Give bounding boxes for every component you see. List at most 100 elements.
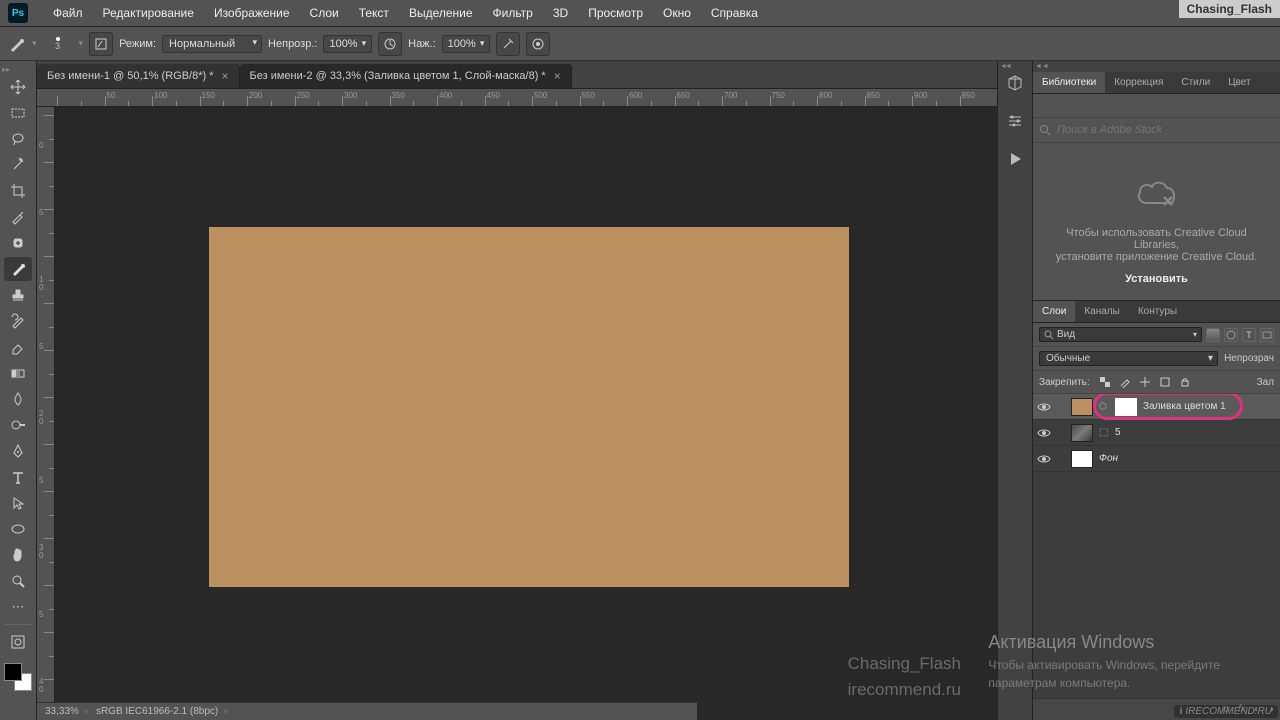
- wand-tool-icon[interactable]: [4, 153, 32, 177]
- zoom-tool-icon[interactable]: [4, 569, 32, 593]
- lock-all-icon[interactable]: [1178, 375, 1192, 389]
- layer-thumbnail[interactable]: [1071, 424, 1093, 442]
- activation-line1: Чтобы активировать Windows, перейдите: [988, 656, 1220, 674]
- flow-input[interactable]: 100%: [442, 35, 491, 53]
- mask-thumbnail[interactable]: [1115, 398, 1137, 416]
- install-link[interactable]: Установить: [1125, 273, 1188, 285]
- menu-image[interactable]: Изображение: [204, 2, 300, 24]
- menu-select[interactable]: Выделение: [399, 2, 483, 24]
- options-bar: ▾ 3 ▾ Режим: Нормальный Непрозр.: 100% Н…: [0, 27, 1280, 61]
- tab-styles[interactable]: Стили: [1172, 72, 1219, 93]
- fg-color-swatch[interactable]: [4, 663, 22, 681]
- filter-type-icon[interactable]: T: [1242, 328, 1256, 342]
- tab-libraries[interactable]: Библиотеки: [1033, 72, 1105, 93]
- path-select-tool-icon[interactable]: [4, 491, 32, 515]
- brush-tool-icon[interactable]: [8, 35, 26, 53]
- pressure-opacity-icon[interactable]: [378, 32, 402, 56]
- irecommend-watermark: i IRECOMMEND.RU: [1174, 705, 1278, 718]
- menu-text[interactable]: Текст: [349, 2, 399, 24]
- lock-label: Закрепить:: [1039, 377, 1090, 388]
- filter-shape-icon[interactable]: [1260, 328, 1274, 342]
- visibility-icon[interactable]: [1037, 426, 1051, 440]
- lock-pixels-icon[interactable]: [1118, 375, 1132, 389]
- move-tool-icon[interactable]: [4, 75, 32, 99]
- brush-tool-icon[interactable]: [4, 257, 32, 281]
- menu-file[interactable]: Файл: [43, 2, 93, 24]
- lock-position-icon[interactable]: [1138, 375, 1152, 389]
- hand-tool-icon[interactable]: [4, 543, 32, 567]
- menu-filter[interactable]: Фильтр: [483, 2, 543, 24]
- visibility-icon[interactable]: [1037, 452, 1051, 466]
- airbrush-icon[interactable]: [496, 32, 520, 56]
- blur-tool-icon[interactable]: [4, 387, 32, 411]
- tab-adjustments[interactable]: Коррекция: [1105, 72, 1172, 93]
- blend-mode-select[interactable]: Нормальный: [162, 35, 262, 53]
- horizontal-ruler[interactable]: 5010015020025030035040045050055060065070…: [37, 89, 997, 107]
- lasso-tool-icon[interactable]: [4, 127, 32, 151]
- document-tab-1[interactable]: Без имени-1 @ 50,1% (RGB/8*) * ×: [37, 64, 240, 88]
- layer-row[interactable]: ⬚ 5: [1033, 420, 1280, 446]
- play-panel-icon[interactable]: [1005, 149, 1025, 169]
- activation-line2: параметрам компьютера.: [988, 674, 1220, 692]
- close-icon[interactable]: ×: [554, 69, 561, 83]
- marquee-tool-icon[interactable]: [4, 101, 32, 125]
- healing-tool-icon[interactable]: [4, 231, 32, 255]
- layer-thumbnail[interactable]: [1071, 398, 1093, 416]
- menu-edit[interactable]: Редактирование: [93, 2, 204, 24]
- lock-transparent-icon[interactable]: [1098, 375, 1112, 389]
- vertical-ruler[interactable]: 051 052 053 054 0: [37, 107, 55, 720]
- search-input[interactable]: [1057, 124, 1274, 136]
- menu-3d[interactable]: 3D: [543, 2, 578, 24]
- canvas[interactable]: [209, 227, 849, 587]
- tab-layers[interactable]: Слои: [1033, 301, 1075, 322]
- extra-tools-icon[interactable]: ⋯: [4, 595, 32, 619]
- layer-filter-select[interactable]: Вид ▾: [1039, 327, 1202, 342]
- opacity-input[interactable]: 100%: [323, 35, 372, 53]
- filter-pixel-icon[interactable]: [1206, 328, 1220, 342]
- menu-view[interactable]: Просмотр: [578, 2, 653, 24]
- layer-row[interactable]: Фон: [1033, 446, 1280, 472]
- document-tabs: Без имени-1 @ 50,1% (RGB/8*) * × Без име…: [37, 61, 997, 89]
- layer-name[interactable]: Фон: [1099, 453, 1118, 464]
- fill-label: Зал: [1257, 377, 1274, 388]
- layer-name[interactable]: Заливка цветом 1: [1143, 401, 1226, 412]
- pressure-size-icon[interactable]: [526, 32, 550, 56]
- visibility-icon[interactable]: [1037, 400, 1051, 414]
- canvas-viewport[interactable]: Chasing_Flash irecommend.ru: [55, 107, 997, 720]
- blend-mode-select[interactable]: Обычные: [1039, 351, 1218, 366]
- history-brush-tool-icon[interactable]: [4, 309, 32, 333]
- tab-paths[interactable]: Контуры: [1129, 301, 1186, 322]
- gradient-tool-icon[interactable]: [4, 361, 32, 385]
- layer-name[interactable]: 5: [1115, 427, 1121, 438]
- filter-adjust-icon[interactable]: [1224, 328, 1238, 342]
- menu-help[interactable]: Справка: [701, 2, 768, 24]
- dodge-tool-icon[interactable]: [4, 413, 32, 437]
- eyedropper-tool-icon[interactable]: [4, 205, 32, 229]
- document-tab-2[interactable]: Без имени-2 @ 33,3% (Заливка цветом 1, С…: [240, 64, 572, 88]
- tab-channels[interactable]: Каналы: [1075, 301, 1129, 322]
- eraser-tool-icon[interactable]: [4, 335, 32, 359]
- document-area: Без имени-1 @ 50,1% (RGB/8*) * × Без име…: [37, 61, 997, 720]
- ps-logo[interactable]: Ps: [8, 3, 28, 23]
- color-swatches[interactable]: [4, 663, 32, 691]
- doc-info[interactable]: sRGB IEC61966-2.1 (8bpc): [96, 706, 218, 717]
- cloud-offline-icon: [1132, 175, 1182, 215]
- menu-window[interactable]: Окно: [653, 2, 701, 24]
- tab-color[interactable]: Цвет: [1219, 72, 1259, 93]
- lock-artboard-icon[interactable]: [1158, 375, 1172, 389]
- properties-panel-icon[interactable]: [1005, 111, 1025, 131]
- quick-mask-icon[interactable]: [4, 630, 32, 654]
- right-panels: ◄◄ Библиотеки Коррекция Стили Цвет Чтобы…: [1032, 61, 1280, 720]
- layer-row[interactable]: ⬡ Заливка цветом 1: [1033, 394, 1280, 420]
- crop-tool-icon[interactable]: [4, 179, 32, 203]
- brush-panel-toggle-icon[interactable]: [89, 32, 113, 56]
- shape-tool-icon[interactable]: [4, 517, 32, 541]
- close-icon[interactable]: ×: [222, 69, 229, 83]
- menu-layers[interactable]: Слои: [300, 2, 349, 24]
- 3d-panel-icon[interactable]: [1005, 73, 1025, 93]
- stamp-tool-icon[interactable]: [4, 283, 32, 307]
- layer-thumbnail[interactable]: [1071, 450, 1093, 468]
- pen-tool-icon[interactable]: [4, 439, 32, 463]
- type-tool-icon[interactable]: [4, 465, 32, 489]
- zoom-level[interactable]: 33,33%: [45, 706, 79, 717]
